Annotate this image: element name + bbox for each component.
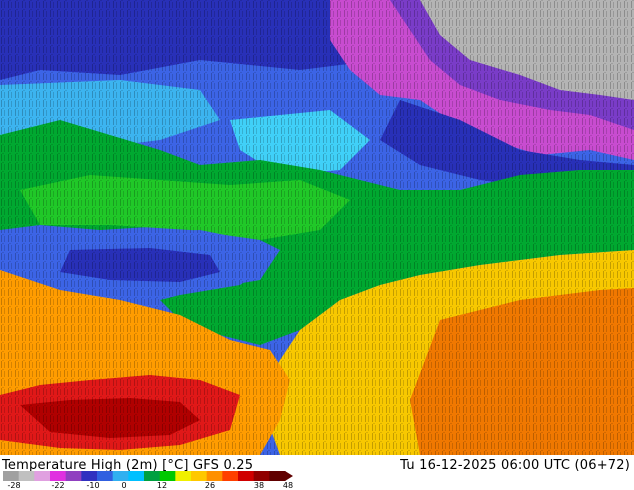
color-scale-segment (97, 471, 114, 481)
color-scale-tick-label: 12 (156, 481, 168, 490)
valid-time: Tu 16-12-2025 06:00 UTC (06+72) (400, 458, 630, 473)
color-scale-segment (144, 471, 161, 481)
color-scale-segment (159, 471, 176, 481)
color-scale-segment (34, 471, 51, 481)
color-scale-tick-label: 48 (282, 481, 294, 490)
color-scale-segment (175, 471, 192, 481)
color-scale-segment (222, 471, 239, 481)
color-scale-segment (238, 471, 255, 481)
color-scale-segment (50, 471, 67, 481)
color-scale-segment (65, 471, 82, 481)
color-scale-tick-label: 0 (121, 481, 127, 490)
color-scale-tick-label: -28 (7, 481, 21, 490)
number-texture-overlay (0, 0, 634, 455)
color-scale-bar (3, 471, 293, 481)
color-scale-segment (191, 471, 208, 481)
color-scale-segment (206, 471, 223, 481)
color-scale-segment (81, 471, 98, 481)
color-scale-ticks: -28 -22 -10 0 12 26 38 48 (0, 481, 320, 490)
color-scale-tick-label: 26 (204, 481, 216, 490)
color-scale-tick-label: 38 (253, 481, 265, 490)
color-scale-tick-label: -22 (51, 481, 65, 490)
color-scale-segment (269, 471, 286, 481)
temperature-field (0, 0, 634, 455)
color-scale-arrow (285, 471, 293, 481)
color-scale-tick-label: -10 (86, 481, 100, 490)
color-scale-segment (112, 471, 129, 481)
color-scale-segment (18, 471, 35, 481)
color-scale-segment (128, 471, 145, 481)
color-scale-segment (3, 471, 20, 481)
color-scale-segment (253, 471, 270, 481)
temperature-map (0, 0, 634, 455)
